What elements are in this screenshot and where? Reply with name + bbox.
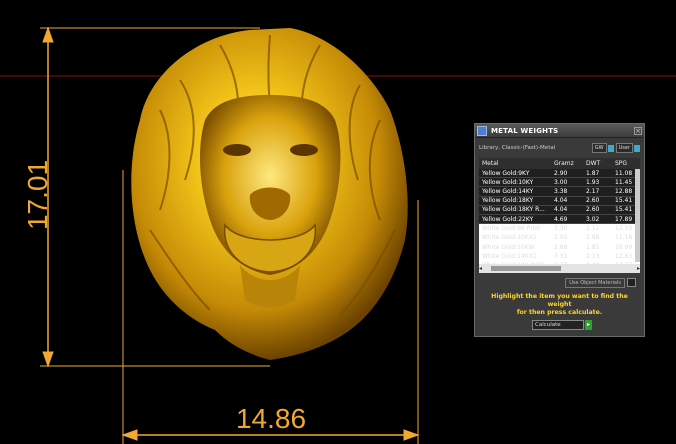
user-button[interactable]: User: [615, 143, 633, 153]
table-row[interactable]: White Gold:10KX1 2.93 1.88 11.18: [479, 233, 640, 242]
panel-titlebar[interactable]: METAL WEIGHTS ×: [475, 124, 644, 138]
cell-grams: 2.93: [554, 234, 568, 242]
cell-dwt: 2.17: [586, 187, 600, 195]
options-row: Use Object Materials: [475, 276, 644, 289]
use-object-materials-checkbox[interactable]: [627, 278, 636, 287]
table-row[interactable]: Yellow Gold:9KY 2.90 1.87 11.08: [479, 169, 640, 179]
cell-grams: 2.90: [554, 169, 568, 177]
table-body: Yellow Gold:9KY 2.90 1.87 11.08 Yellow Gold:…: [479, 169, 640, 270]
cell-grams: 4.69: [554, 215, 568, 223]
table-header: Metal Gramz DWT SPG: [479, 158, 640, 169]
table-row[interactable]: White Gold:9K PdW 3.30 2.12 12.59: [479, 224, 640, 233]
lion-left-eye: [223, 144, 251, 156]
cell-metal: Yellow Gold:9KY: [482, 169, 530, 177]
cell-dwt: 1.87: [586, 169, 600, 177]
cell-dwt: 2.12: [586, 225, 600, 233]
close-icon[interactable]: ×: [634, 126, 642, 135]
lion-right-eye: [290, 144, 318, 156]
calculate-go-button[interactable]: ▸: [585, 320, 592, 330]
table-row[interactable]: White Gold:10KW 2.88 1.85 10.99: [479, 243, 640, 252]
cell-dwt: 1.88: [586, 234, 600, 242]
cell-grams: 2.88: [554, 243, 568, 251]
height-dimension-label: 17.01: [22, 160, 53, 230]
cell-metal: White Gold:9K PdW: [482, 225, 541, 233]
cell-grams: 3.00: [554, 178, 568, 186]
instruction-line-1: Highlight the item you want to find the …: [491, 293, 628, 308]
metal-table[interactable]: Metal Gramz DWT SPG Yellow Gold:9KY 2.90 1…: [479, 158, 640, 273]
cell-metal: White Gold:14KX1: [482, 252, 537, 260]
cell-grams: 4.04: [554, 206, 568, 214]
table-row[interactable]: Yellow Gold:10KY 3.00 1.93 11.45: [479, 178, 640, 188]
table-row[interactable]: Yellow Gold:18KY 4.04 2.60 15.41: [479, 196, 640, 206]
cell-metal: White Gold:10KW: [482, 243, 535, 251]
cell-grams: 4.04: [554, 197, 568, 205]
scroll-right-icon[interactable]: ▸: [637, 265, 640, 272]
panel-title: METAL WEIGHTS: [491, 126, 559, 135]
cell-grams: 3.38: [554, 187, 568, 195]
table-row[interactable]: White Gold:14KX1 3.31 2.13 12.63: [479, 252, 640, 261]
cell-metal: Yellow Gold:18KY: [482, 197, 534, 205]
scroll-thumb[interactable]: [491, 266, 561, 271]
header-metal[interactable]: Metal: [479, 160, 552, 167]
calculate-control: Calculate ▸: [532, 320, 592, 330]
header-spg[interactable]: SPG: [613, 160, 640, 167]
metal-weights-panel: METAL WEIGHTS × Library, Classic-(Fast)-…: [474, 123, 645, 337]
cell-dwt: 2.60: [586, 206, 600, 214]
header-grams[interactable]: Gramz: [552, 160, 584, 167]
cell-grams: 3.30: [554, 225, 568, 233]
cell-metal: White Gold:10KX1: [482, 234, 537, 242]
gw-info-icon[interactable]: [607, 144, 614, 152]
gw-button[interactable]: GW: [591, 143, 607, 153]
horizontal-scrollbar[interactable]: ◂ ▸: [479, 264, 640, 273]
instruction-text: Highlight the item you want to find the …: [475, 289, 644, 317]
table-row[interactable]: Yellow Gold:14KY 3.38 2.17 12.88: [479, 187, 640, 197]
cell-metal: Yellow Gold:22KY: [482, 215, 534, 223]
cell-dwt: 2.13: [586, 252, 600, 260]
instruction-line-2: for then press calculate.: [516, 309, 603, 316]
cell-metal: Yellow Gold:18KY R...: [482, 206, 545, 214]
user-info-icon[interactable]: [634, 144, 640, 152]
cell-metal: Yellow Gold:14KY: [482, 187, 534, 195]
cell-dwt: 2.60: [586, 197, 600, 205]
table-row[interactable]: Yellow Gold:18KY R... 4.04 2.60 15.41: [479, 205, 640, 215]
library-bar: Library, Classic-(Fast)-Metal GW User: [475, 138, 644, 158]
cell-grams: 3.31: [554, 252, 568, 260]
calculate-select[interactable]: Calculate: [532, 320, 584, 330]
scroll-left-icon[interactable]: ◂: [479, 265, 482, 272]
app-logo-icon: [477, 125, 487, 136]
table-row[interactable]: Yellow Gold:22KY 4.69 3.02 17.89: [479, 214, 640, 225]
width-dimension-label: 14.86: [236, 403, 306, 434]
cell-dwt: 1.85: [586, 243, 600, 251]
cell-dwt: 1.93: [586, 178, 600, 186]
cell-metal: Yellow Gold:10KY: [482, 178, 534, 186]
vertical-scrollbar[interactable]: [635, 169, 640, 262]
header-dwt[interactable]: DWT: [584, 160, 613, 167]
lion-pendant-model: [131, 28, 408, 360]
library-label: Library, Classic-(Fast)-Metal: [479, 145, 556, 151]
use-object-materials-label: Use Object Materials: [565, 277, 625, 288]
cell-dwt: 3.02: [586, 215, 600, 223]
